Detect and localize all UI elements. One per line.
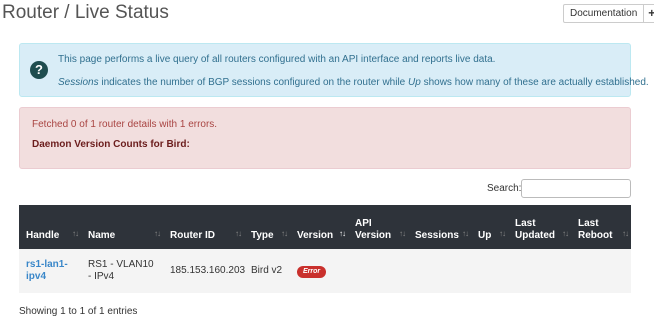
cell-router-id: 185.153.160.203 <box>170 265 246 276</box>
cell-up <box>471 249 508 293</box>
search-label: Search: <box>487 183 522 194</box>
router-handle-link[interactable]: rs1-lan1-ipv4 <box>26 259 68 282</box>
info-alert: ? This page performs a live query of all… <box>19 43 649 97</box>
table-row: rs1-lan1-ipv4 RS1 - VLAN10 - IPv4 185.15… <box>19 249 631 293</box>
search-input[interactable] <box>521 179 631 198</box>
column-header-up[interactable]: Up ↑↓ <box>471 205 508 249</box>
info-text-line1: This page performs a live query of all r… <box>58 54 496 65</box>
error-message: Fetched 0 of 1 router details with 1 err… <box>32 119 218 130</box>
question-circle-icon: ? <box>30 61 48 79</box>
sessions-term: Sessions <box>58 77 99 88</box>
column-header-last-reboot[interactable]: Last Reboot ↑↓ <box>571 205 631 249</box>
column-header-type[interactable]: Type ↑↓ <box>244 205 290 249</box>
table-header-row: Handle ↑↓ Name ↑↓ Router ID ↑↓ Type ↑↓ Versi… <box>19 205 631 249</box>
toolbar: Documentation + <box>563 4 654 23</box>
column-header-last-updated[interactable]: Last Updated ↑↓ <box>508 205 571 249</box>
cell-sessions <box>408 249 471 293</box>
column-header-version[interactable]: Version ↑↓ <box>290 205 348 249</box>
table-info: Showing 1 to 1 of 1 entries <box>19 306 138 317</box>
column-header-handle[interactable]: Handle ↑↓ <box>19 205 81 249</box>
column-header-name[interactable]: Name ↑↓ <box>81 205 163 249</box>
daemon-version-heading: Daemon Version Counts for Bird: <box>32 139 190 150</box>
routers-table: Handle ↑↓ Name ↑↓ Router ID ↑↓ Type ↑↓ Versi… <box>19 205 631 293</box>
cell-last-updated <box>508 249 571 293</box>
sort-icon: ↑↓ <box>339 229 346 238</box>
sort-icon: ↑↓ <box>72 229 79 238</box>
sort-icon: ↑↓ <box>399 229 406 238</box>
cell-handle: rs1-lan1-ipv4 <box>19 249 81 293</box>
info-text-line2: Sessions indicates the number of BGP ses… <box>58 77 649 88</box>
documentation-button[interactable]: Documentation <box>563 4 645 23</box>
page-title: Router / Live Status <box>2 2 169 23</box>
column-header-router-id[interactable]: Router ID ↑↓ <box>163 205 244 249</box>
sort-icon: ↑↓ <box>281 229 288 238</box>
cell-version: Error <box>290 249 348 293</box>
sort-icon: ↑↓ <box>462 229 469 238</box>
sort-icon: ↑↓ <box>499 229 506 238</box>
sort-icon: ↑↓ <box>235 229 242 238</box>
sort-icon: ↑↓ <box>154 229 161 238</box>
cell-api-version <box>348 249 408 293</box>
sort-icon: ↑↓ <box>622 229 629 238</box>
add-button[interactable]: + <box>644 4 654 23</box>
info-text-end: shows how many of these are actually est… <box>420 77 649 88</box>
up-term: Up <box>408 77 421 88</box>
column-header-sessions[interactable]: Sessions ↑↓ <box>408 205 471 249</box>
cell-name: RS1 - VLAN10 - IPv4 <box>88 259 154 282</box>
sort-icon: ↑↓ <box>562 229 569 238</box>
column-header-api-version[interactable]: API Version ↑↓ <box>348 205 408 249</box>
info-text-mid: indicates the number of BGP sessions con… <box>98 77 409 88</box>
cell-type: Bird v2 <box>251 265 283 276</box>
error-alert: Fetched 0 of 1 router details with 1 err… <box>19 107 631 169</box>
error-badge: Error <box>297 265 327 278</box>
cell-last-reboot <box>571 249 631 293</box>
